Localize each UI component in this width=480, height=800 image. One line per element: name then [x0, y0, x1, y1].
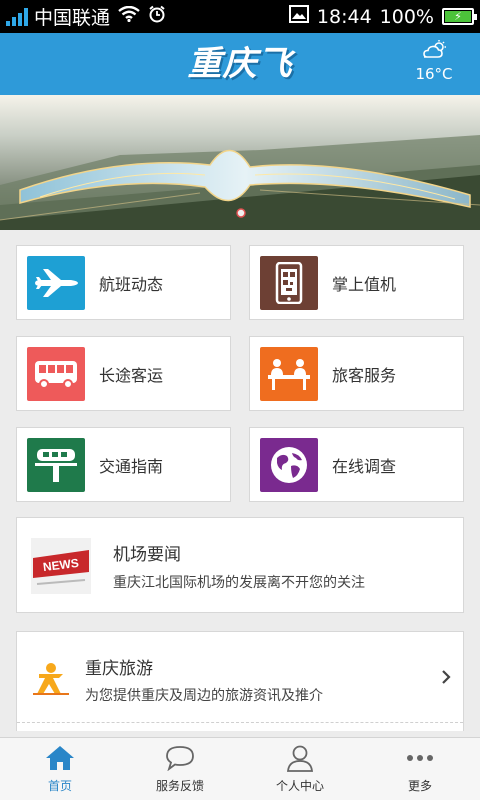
bottom-navigation: 首页 服务反馈 个人中心 更多 [0, 737, 480, 800]
tile-label: 航班动态 [99, 274, 164, 294]
nav-more[interactable]: 更多 [360, 738, 480, 800]
app-header: 重庆飞 16°C [0, 33, 480, 95]
airport-banner-image[interactable] [0, 95, 480, 230]
alarm-clock-icon [148, 5, 166, 28]
app-logo: 重庆飞 [187, 44, 293, 84]
tile-label: 旅客服务 [332, 365, 397, 385]
mobile-phone-icon [260, 255, 318, 310]
tile-label: 掌上值机 [332, 274, 397, 294]
more-dots-icon [405, 741, 435, 775]
tile-transport-guide[interactable]: 交通指南 [16, 427, 231, 502]
temperature: 16°C [415, 65, 453, 83]
travel-logo-icon [31, 658, 71, 698]
tile-flight-status[interactable]: 航班动态 [16, 245, 231, 320]
tile-mobile-checkin[interactable]: 掌上值机 [249, 245, 464, 320]
news-subtitle: 重庆江北国际机场的发展离不开您的关注 [113, 575, 365, 591]
tile-online-survey[interactable]: 在线调查 [249, 427, 464, 502]
globe-icon [260, 437, 318, 492]
signal-icon [6, 7, 28, 26]
weather-widget[interactable]: 16°C [412, 39, 456, 83]
wifi-icon [118, 5, 140, 27]
travel-title: 重庆旅游 [85, 659, 153, 679]
user-icon [286, 741, 314, 775]
airplane-icon [27, 255, 85, 310]
chat-bubble-icon [165, 741, 195, 775]
partly-cloudy-icon [419, 40, 449, 63]
tile-long-distance-bus[interactable]: 长途客运 [16, 336, 231, 411]
monorail-icon [27, 437, 85, 492]
carrier-name: 中国联通 [34, 7, 111, 29]
tile-label: 交通指南 [99, 456, 164, 476]
chevron-right-icon [441, 666, 451, 690]
image-notification-icon [288, 5, 309, 28]
clock-time: 18:44 [316, 5, 372, 28]
nav-label: 服务反馈 [155, 779, 204, 793]
home-icon [45, 741, 75, 775]
battery-percent: 100% [379, 5, 434, 28]
battery-icon: ⚡ [442, 8, 477, 25]
service-desk-icon [260, 346, 318, 401]
nav-label: 首页 [47, 779, 72, 793]
chongqing-travel-card[interactable]: 重庆旅游 为您提供重庆及周边的旅游资讯及推介 [16, 631, 464, 731]
airport-news-card[interactable]: NEWS 机场要闻 重庆江北国际机场的发展离不开您的关注 [16, 517, 464, 613]
tile-passenger-service[interactable]: 旅客服务 [249, 336, 464, 411]
nav-home[interactable]: 首页 [0, 738, 120, 800]
travel-subtitle: 为您提供重庆及周边的旅游资讯及推介 [85, 688, 323, 704]
news-icon: NEWS [31, 538, 91, 594]
tile-label: 长途客运 [99, 365, 164, 385]
status-bar: 中国联通 18:44 100% ⚡ [0, 0, 480, 33]
nav-feedback[interactable]: 服务反馈 [120, 738, 240, 800]
nav-label: 更多 [407, 779, 432, 793]
news-title: 机场要闻 [113, 545, 181, 565]
divider [17, 722, 463, 723]
bus-icon [27, 346, 85, 401]
nav-label: 个人中心 [275, 779, 324, 793]
tile-label: 在线调查 [332, 456, 397, 476]
nav-profile[interactable]: 个人中心 [240, 738, 360, 800]
